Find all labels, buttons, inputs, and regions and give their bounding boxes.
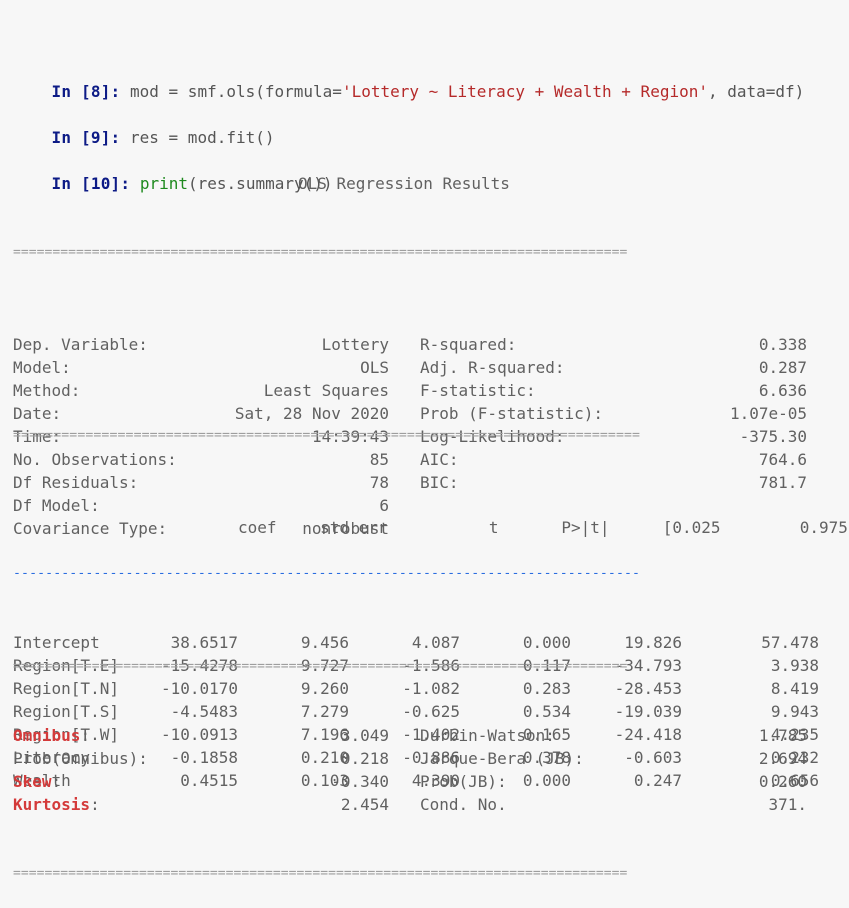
diag-value: 2.454: [340, 795, 389, 814]
diag-label: Prob(Omnibus):: [13, 747, 217, 770]
diag-label-text: Skew: [13, 772, 52, 791]
diag-row: Omnibus: 3.049 Durbin-Watson: 1.785: [13, 724, 807, 747]
colon: :: [90, 795, 100, 814]
separator-eq: ========================================…: [13, 245, 628, 260]
diag-label: Durbin-Watson:: [420, 726, 555, 745]
diagnostics-table: ========================================…: [13, 609, 807, 908]
diag-label-text: Omnibus: [13, 726, 81, 745]
info-row: Dep. Variable: Lottery R-squared: 0.338: [13, 333, 807, 356]
diag-label: Skew:: [13, 770, 217, 793]
separator-eq: ========================================…: [13, 866, 628, 881]
diag-label: Omnibus:: [13, 724, 217, 747]
colon: :: [80, 726, 91, 745]
info-value: 0.338: [758, 335, 807, 354]
code-token: , data=df): [707, 82, 805, 101]
diag-value: 0.260: [758, 772, 807, 791]
separator-eq: ========================================…: [13, 428, 641, 443]
coef-header: 0.975]: [799, 518, 849, 537]
diag-label: Cond. No.: [420, 795, 507, 814]
diag-row: Prob(Omnibus): 0.218 Jarque-Bera (JB): 2.69…: [13, 747, 807, 770]
diag-label: Jarque-Bera (JB):: [420, 749, 584, 768]
info-label: Dep. Variable:: [13, 335, 148, 354]
separator-eq: ========================================…: [13, 659, 628, 674]
diag-label: Kurtosis:: [13, 793, 217, 816]
coef-header-row: coef std err t P>|t| [0.025 0.975]: [13, 493, 849, 537]
colon: :: [51, 772, 62, 791]
info-row: Model: OLS Adj. R-squared: 0.287: [13, 356, 807, 379]
coef-header: P>|t|: [561, 518, 610, 537]
diag-label-text: Prob(Omnibus): [13, 749, 139, 768]
diag-label: Prob(JB):: [420, 772, 507, 791]
diag-value: 0.218: [340, 749, 389, 768]
diag-value: 3.049: [340, 726, 389, 745]
diag-label-text: Kurtosis: [13, 795, 91, 814]
string-literal: 'Lottery ~ Literacy + Wealth + Region': [341, 82, 708, 101]
diag-row: Kurtosis: 2.454 Cond. No. 371.: [13, 793, 807, 816]
summary-title: OLS Regression Results: [298, 174, 510, 193]
coef-header: coef: [238, 518, 277, 537]
coef-header: t: [488, 518, 499, 537]
info-label: Model:: [13, 358, 71, 377]
info-value: 0.287: [758, 358, 807, 377]
diag-value: 1.785: [758, 726, 807, 745]
diag-value: -0.340: [331, 772, 389, 791]
info-label: Adj. R-squared:: [420, 358, 565, 377]
info-value: Lottery: [321, 335, 389, 354]
separator-dash: ----------------------------------------…: [13, 566, 641, 581]
diag-value: 371.: [768, 795, 807, 814]
info-value: OLS: [360, 358, 389, 377]
diag-rows: Omnibus: 3.049 Durbin-Watson: 1.785 Prob(Omn…: [13, 724, 807, 816]
diag-row: Skew: -0.340 Prob(JB): 0.260: [13, 770, 807, 793]
summary-title-row: OLS Regression Results: [13, 172, 807, 195]
info-label: R-squared:: [420, 335, 517, 354]
colon: :: [138, 749, 148, 768]
coef-header: [0.025: [662, 518, 721, 537]
coef-header: std err: [320, 518, 388, 537]
diag-value: 2.694: [758, 749, 807, 768]
